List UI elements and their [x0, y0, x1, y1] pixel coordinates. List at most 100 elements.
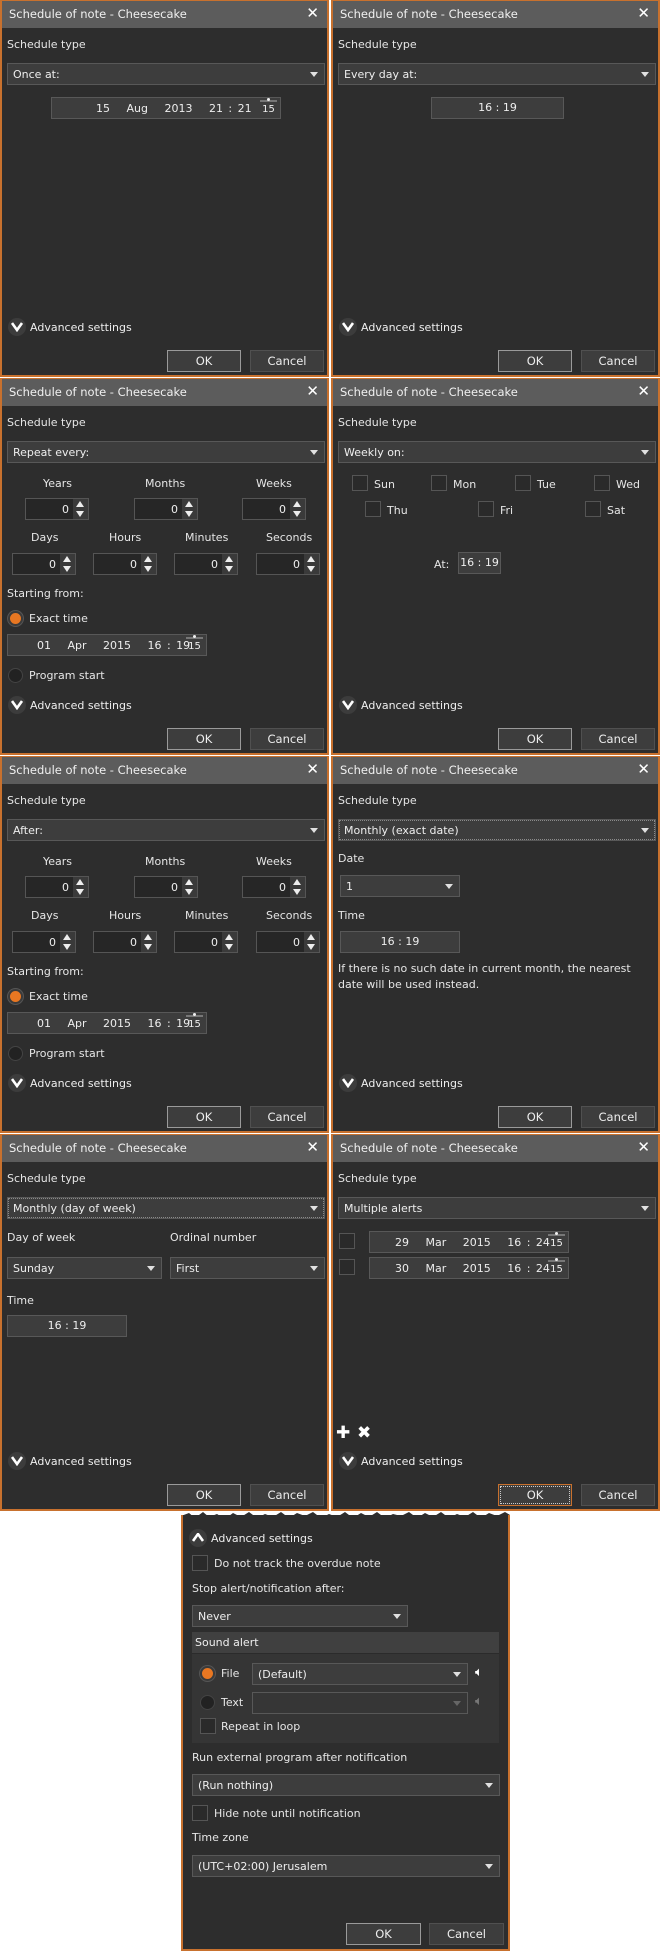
arrow-down-icon[interactable]	[307, 944, 315, 950]
ok-button[interactable]: OK	[167, 1106, 241, 1128]
speaker-icon[interactable]: 🔈︎	[475, 1665, 483, 1680]
close-icon[interactable]: ✕	[637, 1138, 650, 1156]
weeks-spinner[interactable]: 0	[242, 876, 306, 898]
close-icon[interactable]: ✕	[637, 4, 650, 22]
weeks-spinner[interactable]: 0	[242, 498, 306, 520]
alert-checkbox[interactable]	[339, 1259, 355, 1275]
arrow-down-icon[interactable]	[76, 511, 84, 517]
close-icon[interactable]: ✕	[306, 760, 319, 778]
arrow-up-icon[interactable]	[225, 934, 233, 940]
start-datetime-picker[interactable]: 01 Apr 2015 16 : 19 15	[7, 634, 207, 656]
advanced-settings-toggle[interactable]: Advanced settings	[8, 1452, 208, 1472]
arrow-up-icon[interactable]	[63, 556, 71, 562]
arrow-up-icon[interactable]	[76, 501, 84, 507]
calendar-icon[interactable]: 15	[186, 1013, 203, 1032]
ok-button[interactable]: OK	[498, 1484, 572, 1506]
cancel-button[interactable]: Cancel	[250, 1484, 324, 1506]
arrow-down-icon[interactable]	[144, 944, 152, 950]
calendar-icon[interactable]: 15	[186, 635, 203, 654]
remove-icon[interactable]: ✖	[357, 1423, 371, 1443]
repeat-loop-checkbox[interactable]	[200, 1718, 216, 1734]
close-icon[interactable]: ✕	[306, 4, 319, 22]
days-spinner[interactable]: 0	[12, 553, 76, 575]
program-start-radio[interactable]	[8, 1046, 23, 1061]
months-spinner[interactable]: 0	[134, 498, 198, 520]
arrow-down-icon[interactable]	[76, 889, 84, 895]
schedule-type-select[interactable]: Every day at:	[338, 63, 656, 85]
stop-after-select[interactable]: Never	[192, 1605, 408, 1627]
hide-note-checkbox[interactable]	[192, 1805, 208, 1821]
time-field[interactable]: 16 : 19	[431, 97, 564, 119]
ok-button[interactable]: OK	[167, 1484, 241, 1506]
checkbox-sat[interactable]	[585, 501, 601, 517]
sound-file-select[interactable]: (Default)	[252, 1663, 468, 1685]
date-select[interactable]: 1	[340, 875, 460, 897]
arrow-up-icon[interactable]	[76, 879, 84, 885]
advanced-settings-toggle[interactable]: Advanced settings	[339, 318, 539, 338]
years-spinner[interactable]: 0	[25, 498, 89, 520]
advanced-settings-toggle[interactable]: Advanced settings	[339, 696, 539, 716]
arrow-up-icon[interactable]	[293, 879, 301, 885]
ok-button[interactable]: OK	[346, 1923, 421, 1945]
checkbox-mon[interactable]	[431, 475, 447, 491]
cancel-button[interactable]: Cancel	[581, 728, 655, 750]
checkbox-tue[interactable]	[515, 475, 531, 491]
schedule-type-select[interactable]: Weekly on:	[338, 441, 656, 463]
ok-button[interactable]: OK	[167, 728, 241, 750]
minutes-spinner[interactable]: 0	[174, 553, 238, 575]
arrow-up-icon[interactable]	[63, 934, 71, 940]
hours-spinner[interactable]: 0	[93, 931, 157, 953]
advanced-settings-toggle[interactable]: Advanced settings	[8, 1074, 208, 1094]
schedule-type-select[interactable]: Repeat every:	[7, 441, 325, 463]
schedule-type-select[interactable]: Multiple alerts	[338, 1197, 656, 1219]
schedule-type-select[interactable]: Once at:	[7, 63, 325, 85]
arrow-up-icon[interactable]	[307, 934, 315, 940]
arrow-up-icon[interactable]	[293, 501, 301, 507]
months-spinner[interactable]: 0	[134, 876, 198, 898]
advanced-settings-toggle[interactable]: Advanced settings	[339, 1074, 539, 1094]
close-icon[interactable]: ✕	[306, 382, 319, 400]
do-not-track-checkbox[interactable]	[192, 1555, 208, 1571]
cancel-button[interactable]: Cancel	[250, 1106, 324, 1128]
checkbox-fri[interactable]	[478, 501, 494, 517]
advanced-settings-toggle[interactable]: Advanced settings	[189, 1529, 389, 1549]
arrow-up-icon[interactable]	[185, 879, 193, 885]
arrow-down-icon[interactable]	[293, 889, 301, 895]
minutes-spinner[interactable]: 0	[174, 931, 238, 953]
arrow-down-icon[interactable]	[63, 944, 71, 950]
hours-spinner[interactable]: 0	[93, 553, 157, 575]
program-start-radio[interactable]	[8, 668, 23, 683]
arrow-down-icon[interactable]	[307, 566, 315, 572]
sound-text-select[interactable]	[252, 1692, 468, 1714]
datetime-picker[interactable]: 15 Aug 2013 21 : 21 15	[51, 97, 281, 119]
checkbox-thu[interactable]	[365, 501, 381, 517]
time-field[interactable]: 16 : 19	[7, 1315, 127, 1337]
exact-time-radio[interactable]	[8, 611, 23, 626]
alert-checkbox[interactable]	[339, 1233, 355, 1249]
schedule-type-select[interactable]: After:	[7, 819, 325, 841]
run-program-select[interactable]: (Run nothing)	[192, 1774, 500, 1796]
checkbox-sun[interactable]	[352, 475, 368, 491]
cancel-button[interactable]: Cancel	[581, 1106, 655, 1128]
arrow-down-icon[interactable]	[63, 566, 71, 572]
ok-button[interactable]: OK	[498, 350, 572, 372]
arrow-up-icon[interactable]	[144, 556, 152, 562]
seconds-spinner[interactable]: 0	[256, 553, 320, 575]
cancel-button[interactable]: Cancel	[250, 350, 324, 372]
arrow-up-icon[interactable]	[144, 934, 152, 940]
arrow-up-icon[interactable]	[185, 501, 193, 507]
arrow-down-icon[interactable]	[185, 889, 193, 895]
alert-datetime-picker[interactable]: 30 Mar 2015 16 : 24 15	[369, 1257, 569, 1279]
file-radio[interactable]	[200, 1666, 215, 1681]
time-field[interactable]: 16 : 19	[458, 552, 501, 574]
arrow-down-icon[interactable]	[225, 566, 233, 572]
cancel-button[interactable]: Cancel	[429, 1923, 504, 1945]
ok-button[interactable]: OK	[498, 1106, 572, 1128]
schedule-type-select[interactable]: Monthly (exact date)	[338, 819, 656, 841]
cancel-button[interactable]: Cancel	[581, 350, 655, 372]
time-zone-select[interactable]: (UTC+02:00) Jerusalem	[192, 1855, 500, 1877]
alert-datetime-picker[interactable]: 29 Mar 2015 16 : 24 15	[369, 1231, 569, 1253]
years-spinner[interactable]: 0	[25, 876, 89, 898]
ok-button[interactable]: OK	[498, 728, 572, 750]
ordinal-number-select[interactable]: First	[170, 1257, 325, 1279]
